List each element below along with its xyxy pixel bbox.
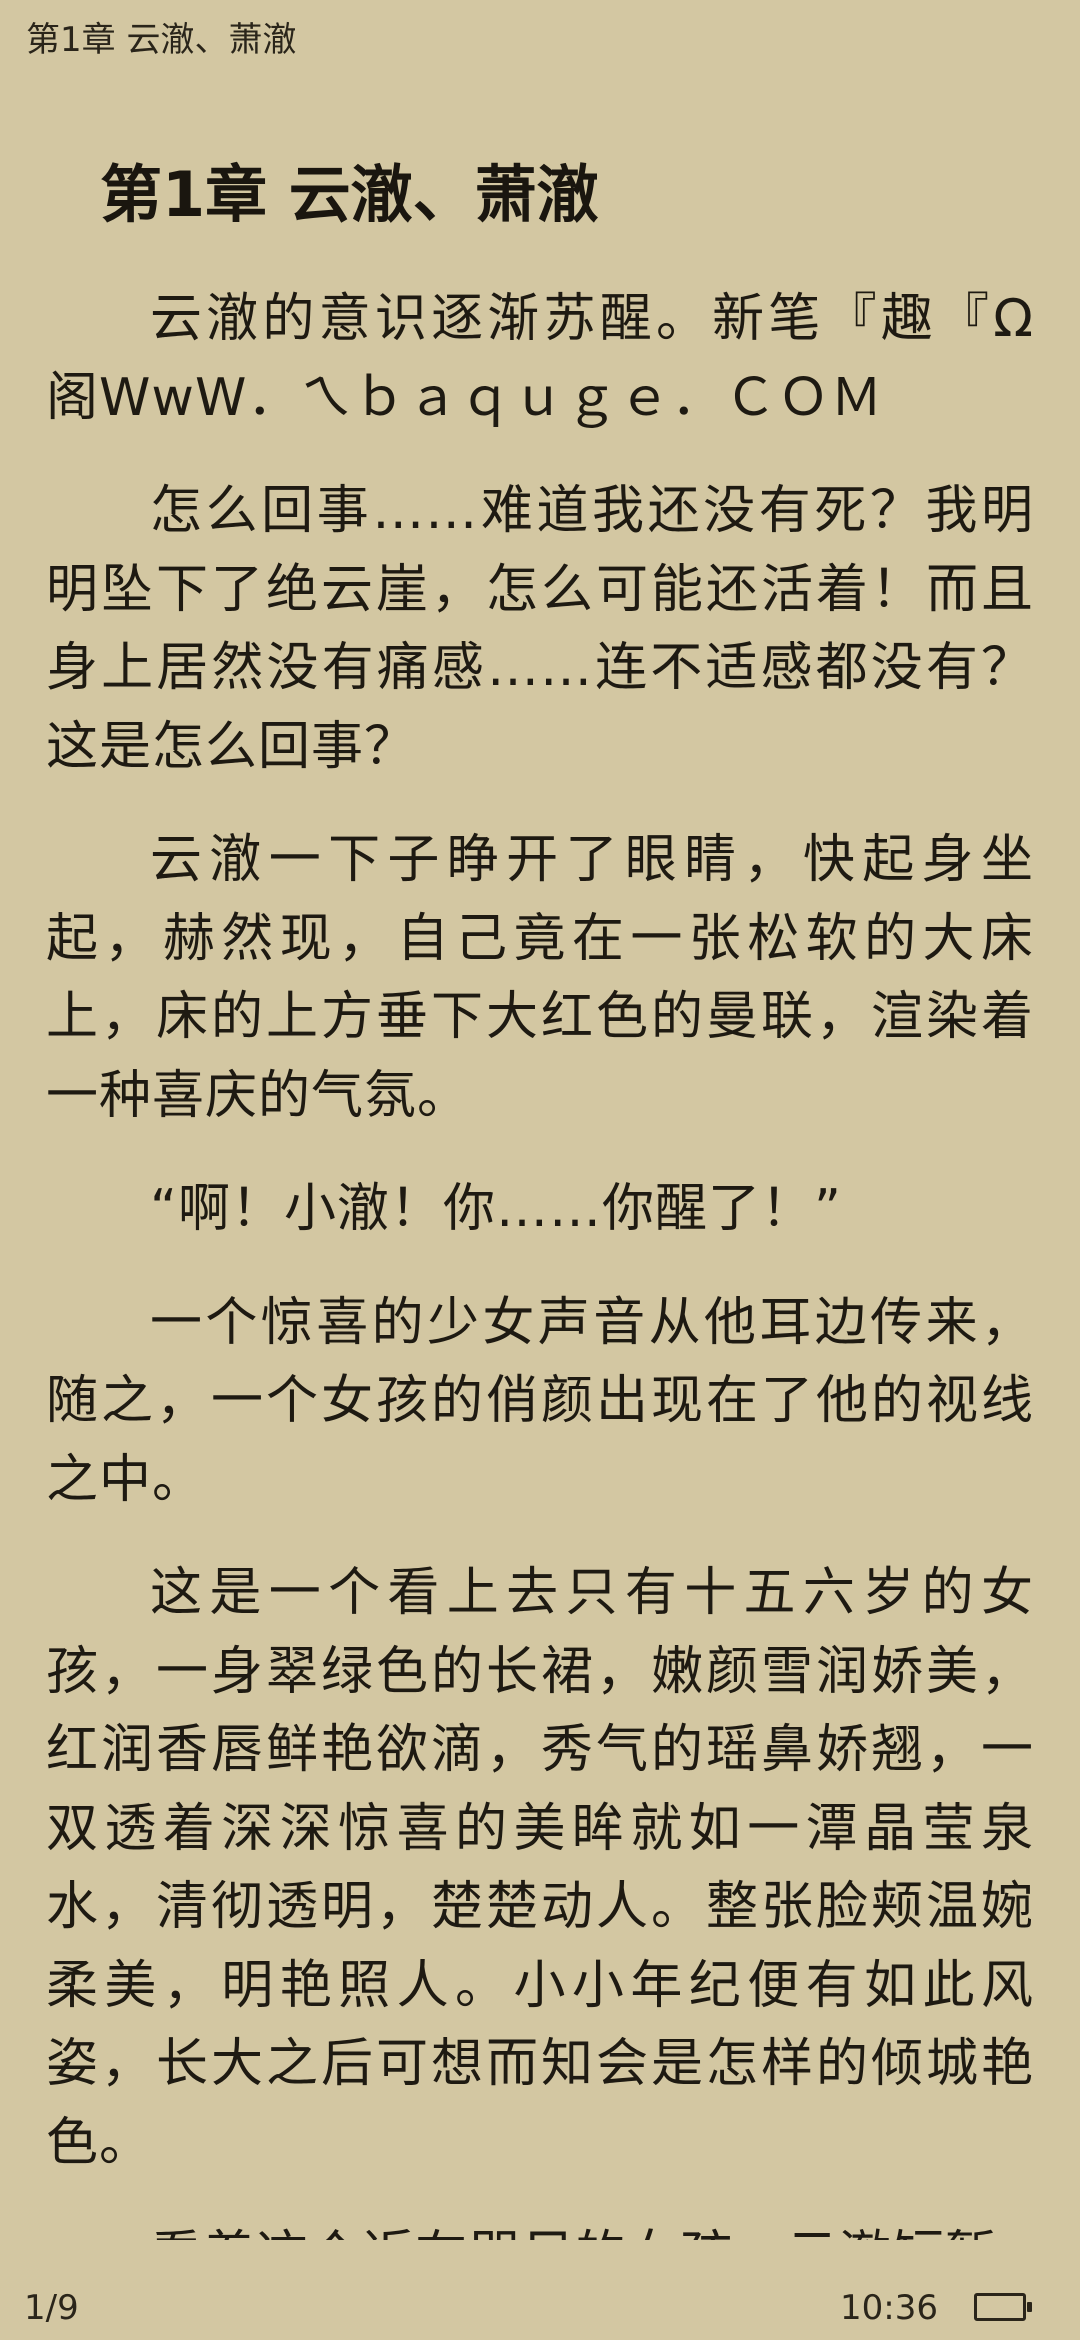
reading-content[interactable]: 云澈的意识逐渐苏醒。新笔『趣『Ω阁WwW．ㄟｂａｑｕｇｅ．ＣＯＭ 怎么回事……难… <box>46 280 1034 2240</box>
paragraph: 这是一个看上去只有十五六岁的女孩，一身翠绿色的长裙，嫩颜雪润娇美，红润香唇鲜艳欲… <box>46 1563 1034 2173</box>
paragraph: 怎么回事……难道我还没有死？我明明坠下了绝云崖，怎么可能还活着！而且身上居然没有… <box>46 481 1034 777</box>
paragraph: 看着这个近在咫尺的女孩，云澈短暂 <box>46 2217 1034 2240</box>
paragraph: “啊！小澈！你……你醒了！” <box>150 1179 842 1239</box>
paragraph: 云澈一下子睁开了眼睛，快起身坐起，赫然现，自己竟在一张松软的大床上，床的上方垂下… <box>46 830 1034 1126</box>
paragraph: 云澈的意识逐渐苏醒。新笔『趣『Ω阁WwW．ㄟｂａｑｕｇｅ．ＣＯＭ <box>46 289 1034 428</box>
clock-time: 10:36 <box>840 2288 938 2328</box>
header-chapter-title: 第1章 云澈、萧澈 <box>26 20 297 60</box>
chapter-title: 第1章 云澈、萧澈 <box>100 158 599 231</box>
battery-icon <box>974 2293 1032 2321</box>
paragraph: 一个惊喜的少女声音从他耳边传来，随之，一个女孩的俏颜出现在了他的视线之中。 <box>46 1292 1034 1510</box>
page-indicator: 1/9 <box>24 2288 79 2328</box>
